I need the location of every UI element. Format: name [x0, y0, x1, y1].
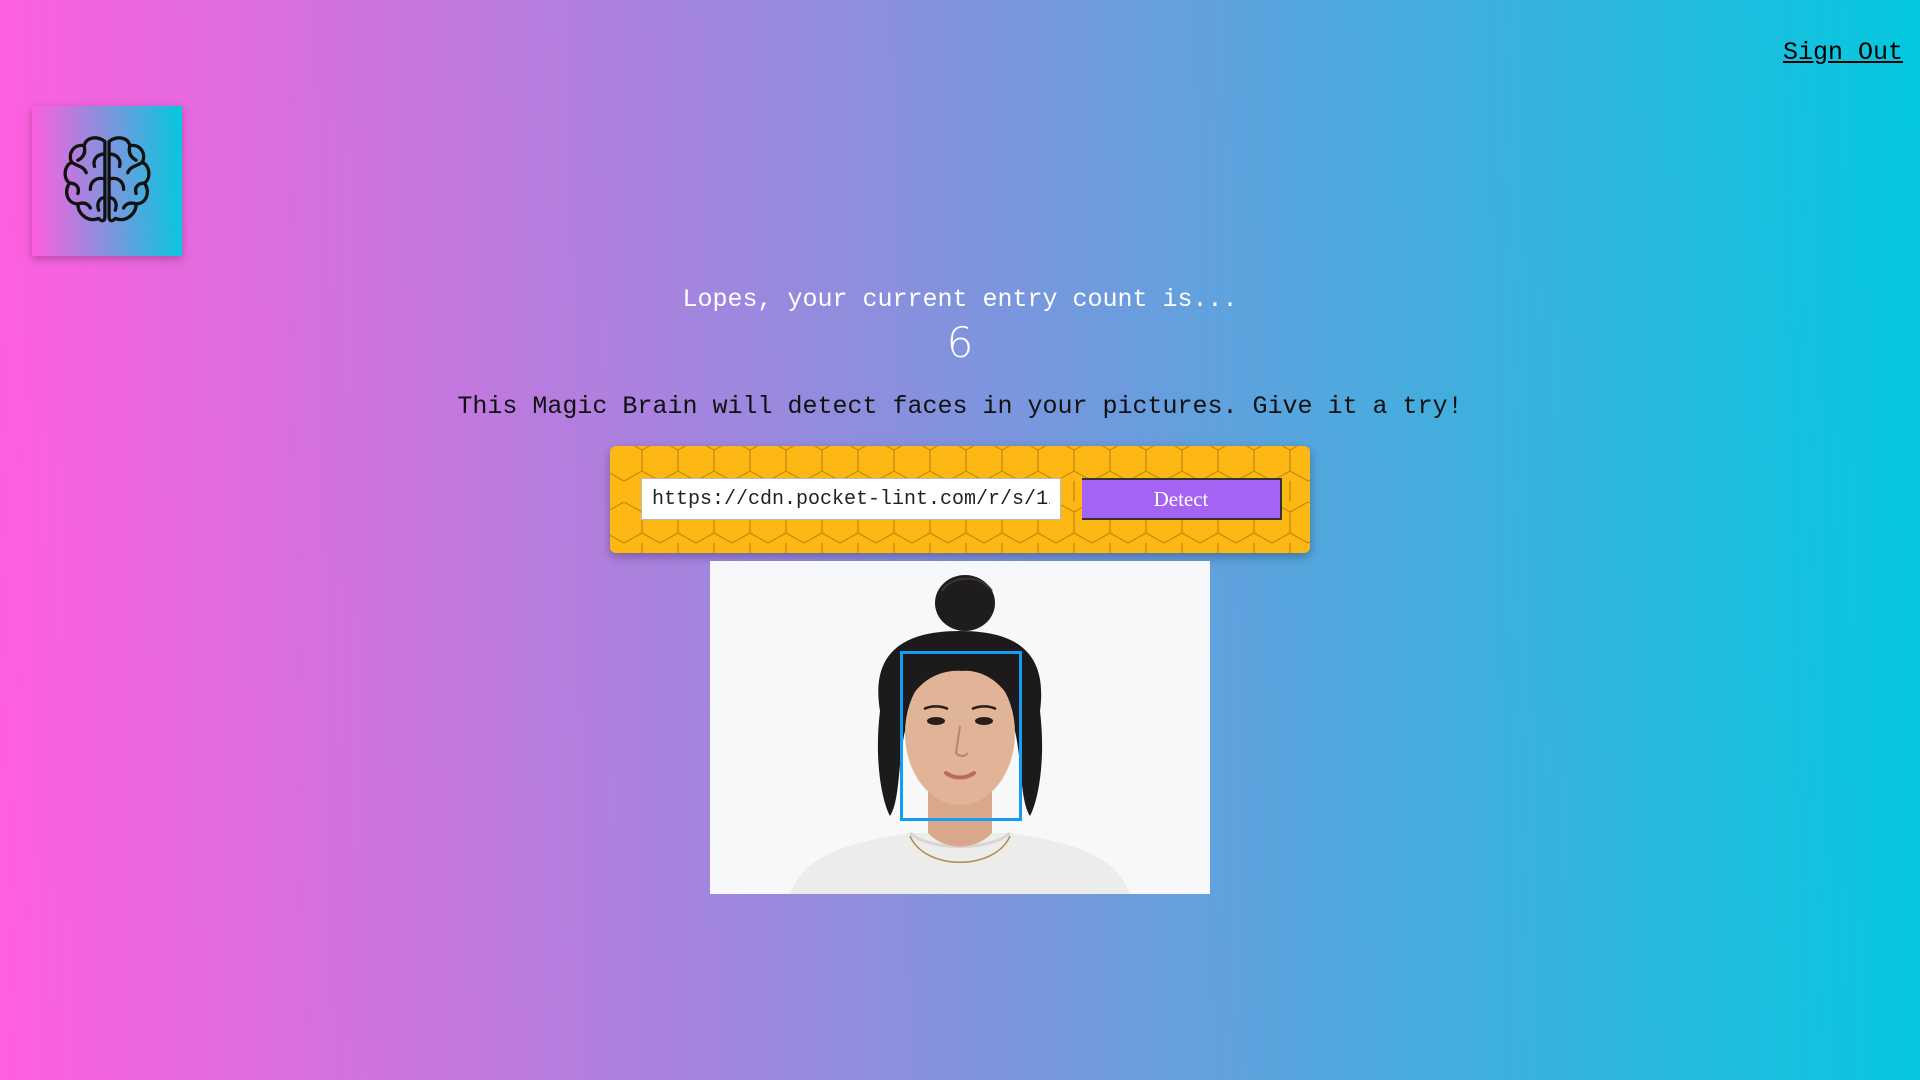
image-url-input[interactable]	[641, 478, 1061, 520]
face-image-container	[710, 561, 1210, 894]
image-link-form: Detect	[610, 446, 1310, 553]
tagline: This Magic Brain will detect faces in yo…	[457, 392, 1463, 421]
sign-out-link[interactable]: Sign Out	[1783, 38, 1903, 67]
brain-logo	[32, 106, 182, 256]
brain-icon	[63, 136, 151, 223]
entry-count: 6	[946, 318, 974, 367]
entry-greeting: Lopes, your current entry count is...	[682, 285, 1238, 314]
detect-button[interactable]: Detect	[1082, 478, 1282, 520]
face-bounding-box	[900, 651, 1022, 821]
